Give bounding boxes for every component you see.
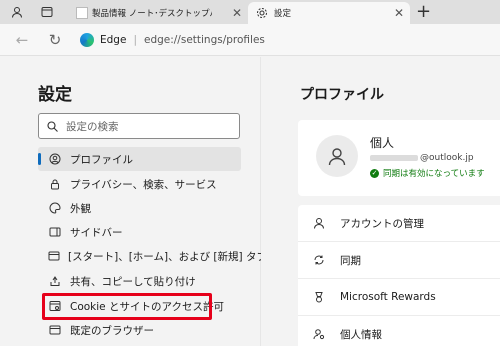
sidebar-item-start-home-newtab[interactable]: [スタート]、[ホーム]、および [新規] タブ — [38, 244, 267, 268]
sidebar-item-label: プライバシー、検索、サービス — [70, 178, 217, 191]
lock-icon — [48, 177, 62, 191]
sidebar-item-label: サイドバー — [70, 226, 123, 239]
person-icon — [328, 148, 346, 166]
row-label: 同期 — [340, 254, 361, 267]
page-title: プロファイル — [300, 87, 384, 103]
page-favicon-icon — [76, 7, 88, 19]
row-label: アカウントの管理 — [340, 217, 424, 230]
tab-settings[interactable]: 設定 ✕ — [248, 2, 410, 24]
check-circle-icon: ✓ — [370, 168, 379, 178]
sidebar-icon — [48, 225, 62, 239]
settings-search-input[interactable]: 設定の検索 — [38, 113, 240, 139]
person-icon — [12, 7, 22, 18]
sidebar-item-label: 外観 — [70, 202, 91, 215]
row-label: Microsoft Rewards — [340, 291, 436, 303]
tab-strip: 製品情報 ノート･デスクトップパソコン ✕ 設定 ✕ + — [0, 0, 500, 24]
sync-status: ✓ 同期は有効になっています — [370, 167, 485, 179]
tab-actions-button[interactable] — [38, 3, 56, 21]
refresh-button[interactable]: ↻ — [46, 31, 64, 49]
search-placeholder: 設定の検索 — [66, 120, 119, 133]
divider: | — [133, 34, 137, 46]
tab-actions-icon — [41, 7, 53, 17]
profile-name: 個人 — [370, 136, 395, 150]
sidebar-item-label: プロファイル — [70, 153, 133, 166]
profile-email: @outlook.jp — [370, 153, 474, 163]
tab-label: 製品情報 ノート･デスクトップパソコン — [92, 9, 212, 19]
new-tab-button[interactable]: + — [416, 2, 431, 22]
sync-status-label: 同期は有効になっています — [383, 169, 485, 179]
address-bar[interactable]: Edge | edge://settings/profiles — [80, 29, 265, 51]
back-arrow-icon: ← — [15, 31, 29, 49]
palette-icon — [48, 201, 62, 215]
email-domain: @outlook.jp — [420, 153, 474, 163]
profile-button[interactable] — [8, 3, 26, 21]
sidebar-item-label: Cookie とサイトのアクセス許可 — [70, 300, 224, 313]
row-label: 個人情報 — [340, 328, 382, 341]
search-icon — [47, 120, 58, 132]
row-personal-info[interactable]: 個人情報 — [298, 316, 500, 346]
row-sync[interactable]: 同期 — [298, 242, 500, 279]
sidebar-item-label: 既定のブラウザー — [70, 324, 154, 337]
sidebar-item-profiles[interactable]: プロファイル — [38, 147, 241, 171]
tab-product-info[interactable]: 製品情報 ノート･デスクトップパソコン ✕ — [72, 2, 248, 24]
close-tab-icon[interactable]: ✕ — [394, 6, 404, 20]
sidebar-item-label: 共有、コピーして貼り付け — [70, 275, 196, 288]
gear-icon — [257, 8, 267, 18]
url-text: edge://settings/profiles — [143, 34, 265, 46]
share-icon — [48, 274, 62, 288]
sidebar-item-cookies-site-permissions[interactable]: Cookie とサイトのアクセス許可 — [38, 294, 241, 318]
browser-icon — [48, 323, 62, 337]
settings-title: 設定 — [38, 85, 72, 105]
personal-info-icon — [312, 327, 326, 341]
sidebar-item-appearance[interactable]: 外観 — [38, 196, 241, 220]
sidebar-item-sidebar[interactable]: サイドバー — [38, 220, 241, 244]
edge-logo-icon — [80, 33, 94, 47]
row-microsoft-rewards[interactable]: Microsoft Rewards — [298, 279, 500, 316]
sidebar-item-label: [スタート]、[ホーム]、および [新規] タブ — [68, 250, 267, 263]
back-button[interactable]: ← — [13, 31, 31, 49]
tab-label: 設定 — [274, 9, 292, 19]
address-toolbar: ← ↻ Edge | edge://settings/profiles — [0, 24, 500, 56]
browser-name: Edge — [100, 34, 127, 46]
sidebar-item-share-copy-paste[interactable]: 共有、コピーして貼り付け — [38, 269, 241, 293]
account-icon — [312, 216, 326, 230]
profile-icon — [48, 152, 62, 166]
row-manage-account[interactable]: アカウントの管理 — [298, 205, 500, 242]
close-tab-icon[interactable]: ✕ — [232, 6, 242, 20]
rewards-icon — [312, 290, 326, 304]
sidebar-item-default-browser[interactable]: 既定のブラウザー — [38, 318, 241, 342]
redacted-email-user — [370, 154, 418, 161]
site-permissions-icon — [48, 299, 62, 313]
sidebar-item-privacy[interactable]: プライバシー、検索、サービス — [38, 172, 241, 196]
avatar[interactable] — [316, 135, 358, 177]
refresh-icon: ↻ — [48, 31, 62, 49]
sync-icon — [312, 253, 326, 267]
home-tab-icon — [48, 249, 60, 263]
